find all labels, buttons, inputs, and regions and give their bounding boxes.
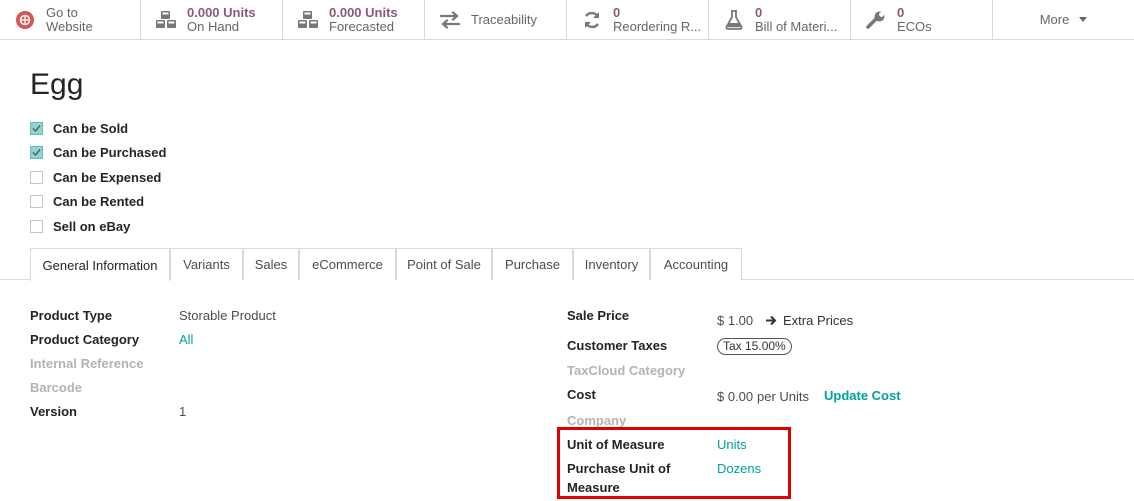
bom-value: 0 xyxy=(755,6,763,20)
checkbox-checked-icon[interactable] xyxy=(30,146,43,160)
tab-accounting[interactable]: Accounting xyxy=(650,248,742,280)
highlight-annotation-box xyxy=(557,427,791,499)
cost-unit-label: per Units xyxy=(757,389,810,404)
reordering-value: 0 xyxy=(613,6,621,20)
checkbox-label: Can be Rented xyxy=(53,194,145,210)
internal-reference-label: Internal Reference xyxy=(30,356,144,371)
checkbox-unchecked-icon[interactable] xyxy=(30,219,43,233)
checkbox-label: Can be Purchased xyxy=(53,145,167,161)
tab-ecommerce[interactable]: eCommerce xyxy=(299,248,396,280)
version-value[interactable]: 1 xyxy=(179,404,186,419)
cubes-icon xyxy=(153,7,179,33)
more-button[interactable]: More xyxy=(993,0,1134,39)
exchange-icon xyxy=(437,7,463,33)
go-to-label-1: Go to xyxy=(46,6,78,20)
bill-of-materials-button[interactable]: 0 Bill of Materi... xyxy=(709,0,851,40)
tab-inventory[interactable]: Inventory xyxy=(573,248,650,280)
can-be-purchased-checkbox[interactable]: Can be Purchased xyxy=(30,141,166,166)
tab-purchase[interactable]: Purchase xyxy=(492,248,573,280)
checkbox-checked-icon[interactable] xyxy=(30,121,43,135)
tab-sales[interactable]: Sales xyxy=(243,248,299,280)
cost-label: Cost xyxy=(567,387,596,402)
ecos-value: 0 xyxy=(897,6,905,20)
company-label: Company xyxy=(567,413,627,428)
on-hand-button[interactable]: 0.000 Units On Hand xyxy=(141,0,283,40)
checkbox-unchecked-icon[interactable] xyxy=(30,195,43,209)
sale-price-value[interactable]: $ 1.00 xyxy=(717,313,753,328)
go-to-website-button[interactable]: Go to Website xyxy=(0,0,141,40)
can-be-expensed-checkbox[interactable]: Can be Expensed xyxy=(30,165,166,190)
product-type-label: Product Type xyxy=(30,308,113,323)
product-category-label: Product Category xyxy=(30,332,140,347)
reordering-label: Reordering R... xyxy=(613,19,702,34)
on-hand-value: 0.000 Units xyxy=(187,6,256,20)
flask-icon xyxy=(721,7,747,33)
tab-variants[interactable]: Variants xyxy=(170,248,243,280)
checkbox-label: Can be Sold xyxy=(53,120,129,136)
globe-icon xyxy=(12,7,38,33)
can-be-sold-checkbox[interactable]: Can be Sold xyxy=(30,116,166,141)
checkbox-label: Sell on eBay xyxy=(53,218,131,234)
barcode-label: Barcode xyxy=(30,380,83,395)
sell-on-ebay-checkbox[interactable]: Sell on eBay xyxy=(30,214,166,239)
forecasted-value: 0.000 Units xyxy=(329,6,398,20)
tab-general-information[interactable]: General Information xyxy=(30,248,170,281)
traceability-label: Traceability xyxy=(471,13,537,27)
cost-value[interactable]: $ 0.00 xyxy=(717,389,753,404)
reordering-rules-button[interactable]: 0 Reordering R... xyxy=(567,0,709,40)
ecos-label: ECOs xyxy=(897,19,932,34)
more-label: More xyxy=(1039,12,1070,27)
forecasted-button[interactable]: 0.000 Units Forecasted xyxy=(283,0,425,40)
on-hand-label: On Hand xyxy=(187,19,240,34)
notebook-tabs: General Information Variants Sales eComm… xyxy=(0,248,1134,281)
can-be-rented-checkbox[interactable]: Can be Rented xyxy=(30,190,166,215)
product-name[interactable]: Egg xyxy=(30,68,83,102)
smart-buttons-bar: Go to Website 0.000 Units On Hand 0.000 … xyxy=(0,0,1134,40)
update-cost-button[interactable]: Update Cost xyxy=(824,388,901,403)
checkbox-unchecked-icon[interactable] xyxy=(30,170,43,184)
extra-prices-button[interactable]: Extra Prices xyxy=(765,313,853,328)
checkbox-label: Can be Expensed xyxy=(53,169,162,185)
cubes-icon xyxy=(295,7,321,33)
traceability-button[interactable]: Traceability xyxy=(425,0,567,40)
sale-price-label: Sale Price xyxy=(567,308,630,323)
chevron-down-icon xyxy=(1079,17,1088,22)
bom-label: Bill of Materi... xyxy=(755,19,838,34)
forecasted-label: Forecasted xyxy=(329,19,395,34)
taxcloud-category-label: TaxCloud Category xyxy=(567,363,686,378)
arrow-right-icon xyxy=(766,315,777,326)
go-to-label-2: Website xyxy=(46,19,93,34)
customer-taxes-label: Customer Taxes xyxy=(567,338,668,353)
wrench-icon xyxy=(863,7,889,33)
ecos-button[interactable]: 0 ECOs xyxy=(851,0,993,40)
refresh-icon xyxy=(579,7,605,33)
version-label: Version xyxy=(30,404,77,419)
product-category-link[interactable]: All xyxy=(179,332,193,347)
extra-prices-label: Extra Prices xyxy=(783,313,854,328)
product-type-value[interactable]: Storable Product xyxy=(179,308,276,323)
product-flags: Can be Sold Can be Purchased Can be Expe… xyxy=(30,116,166,239)
tab-point-of-sale[interactable]: Point of Sale xyxy=(396,248,492,280)
tax-badge[interactable]: Tax 15.00% xyxy=(717,338,792,355)
